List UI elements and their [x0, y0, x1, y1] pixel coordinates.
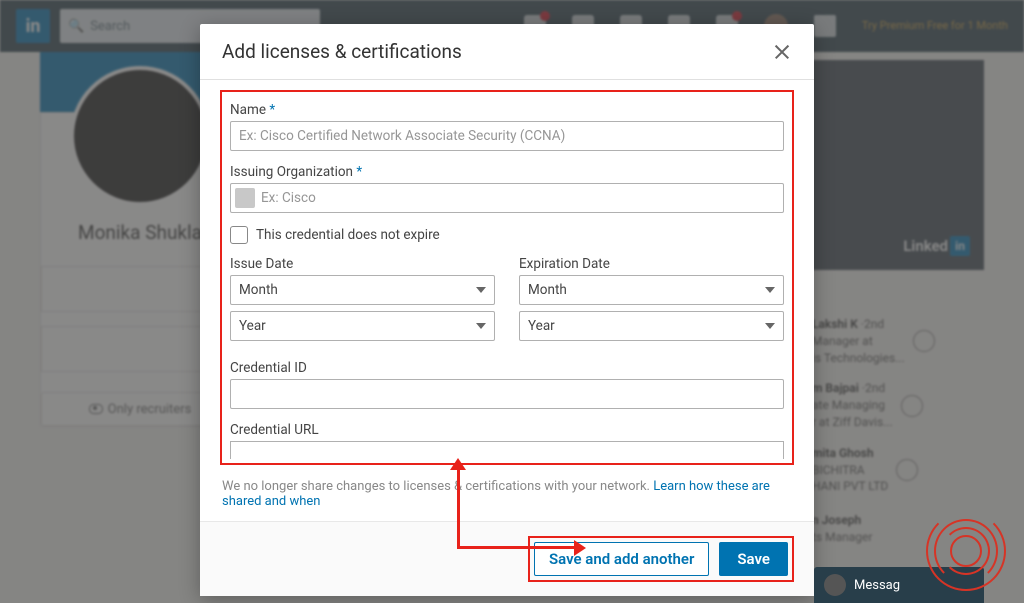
- org-input[interactable]: [230, 183, 784, 213]
- chevron-down-icon: [765, 323, 775, 329]
- chevron-down-icon: [765, 287, 775, 293]
- messaging-bar[interactable]: Messag: [814, 567, 984, 603]
- add-cert-modal: Add licenses & certifications Name * Iss…: [200, 24, 814, 596]
- issue-date-label: Issue Date: [230, 256, 495, 272]
- issue-year-select[interactable]: Year: [230, 311, 495, 341]
- org-label: Issuing Organization *: [230, 164, 784, 180]
- no-expire-label: This credential does not expire: [256, 227, 440, 243]
- annotation-arrow-up: [457, 467, 460, 547]
- annotation-highlight-buttons: Save and add another Save: [528, 536, 794, 582]
- chevron-down-icon: [476, 287, 486, 293]
- credential-id-input[interactable]: [230, 379, 784, 409]
- close-icon[interactable]: [772, 42, 792, 62]
- save-button[interactable]: Save: [719, 542, 788, 576]
- no-expire-checkbox[interactable]: [230, 226, 248, 244]
- name-input[interactable]: [230, 121, 784, 151]
- credential-id-label: Credential ID: [230, 360, 784, 376]
- expiration-month-select[interactable]: Month: [519, 275, 784, 305]
- messaging-label: Messag: [854, 578, 900, 593]
- annotation-arrow-right: [457, 546, 577, 549]
- avatar: [824, 574, 846, 596]
- annotation-highlight-form: Name * Issuing Organization * This crede…: [220, 90, 794, 465]
- expiration-date-label: Expiration Date: [519, 256, 784, 272]
- issue-month-select[interactable]: Month: [230, 275, 495, 305]
- credential-url-label: Credential URL: [230, 422, 784, 438]
- share-note: We no longer share changes to licenses &…: [200, 471, 814, 521]
- org-inner-input[interactable]: [261, 190, 779, 206]
- company-icon: [235, 188, 255, 208]
- expiration-year-select[interactable]: Year: [519, 311, 784, 341]
- name-label: Name *: [230, 102, 784, 118]
- modal-title: Add licenses & certifications: [222, 40, 462, 63]
- credential-url-input[interactable]: [230, 441, 784, 459]
- chevron-down-icon: [476, 323, 486, 329]
